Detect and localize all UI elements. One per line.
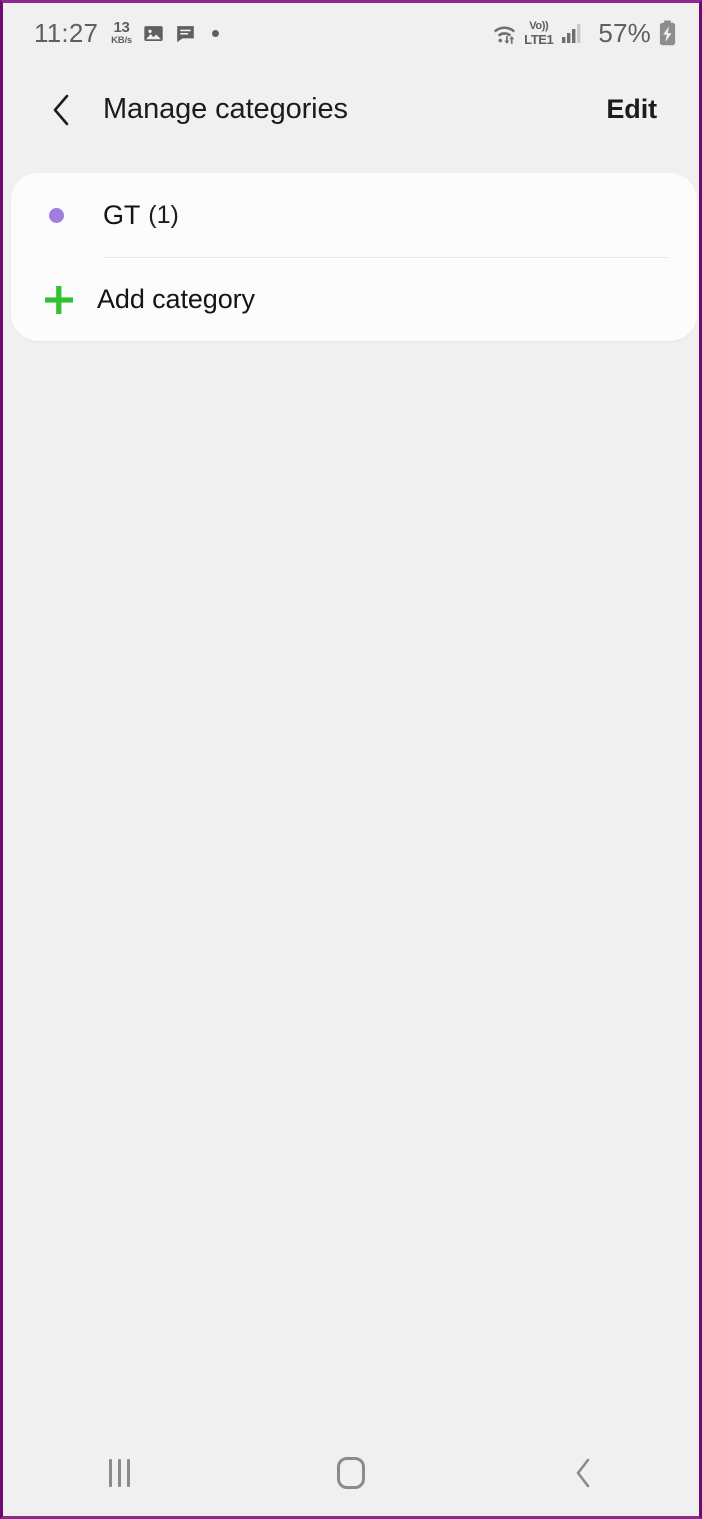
wifi-icon — [491, 21, 518, 45]
status-bar-left: 11:27 13 KB/s — [34, 18, 219, 49]
notification-dot-icon — [212, 29, 219, 37]
category-card: GT (1) Add category — [11, 173, 697, 341]
add-category-row[interactable]: Add category — [11, 258, 697, 341]
message-icon — [175, 23, 196, 44]
network-speed-value: 13 — [113, 19, 130, 37]
signal-bars-icon — [561, 21, 587, 45]
edit-button[interactable]: Edit — [606, 94, 657, 125]
home-icon — [337, 1457, 365, 1489]
status-clock: 11:27 — [34, 17, 99, 48]
navigation-bar — [3, 1430, 699, 1516]
back-icon — [576, 1458, 590, 1488]
volte-top-label: Vo)) — [529, 19, 549, 32]
page-title: Manage categories — [103, 93, 348, 125]
app-header: Manage categories Edit — [3, 63, 699, 156]
network-speed-unit: KB/s — [111, 35, 132, 47]
battery-percent-label: 57% — [598, 17, 651, 48]
category-color-dot — [49, 207, 64, 223]
back-button[interactable] — [41, 90, 81, 130]
gallery-icon — [143, 23, 164, 44]
volte-indicator: Vo)) LTE1 — [524, 19, 554, 47]
volte-bottom-label: LTE1 — [524, 31, 554, 47]
add-category-label: Add category — [97, 284, 255, 314]
chevron-left-icon — [53, 94, 69, 125]
nav-recents-button[interactable] — [3, 1430, 235, 1516]
network-speed-indicator: 13 KB/s — [111, 20, 132, 46]
category-count-label: (1) — [148, 200, 179, 229]
nav-back-button[interactable] — [467, 1430, 699, 1516]
battery-charging-icon — [658, 20, 677, 46]
status-bar: 11:27 13 KB/s Vo)) LTE1 57% — [3, 3, 699, 63]
nav-home-button[interactable] — [235, 1430, 467, 1516]
phone-screen: 11:27 13 KB/s Vo)) LTE1 57% Manage categ… — [0, 0, 702, 1519]
status-bar-right: Vo)) LTE1 57% — [491, 18, 677, 49]
category-row-gt[interactable]: GT (1) — [11, 173, 697, 257]
category-name-label: GT — [103, 199, 141, 230]
recents-icon — [108, 1459, 130, 1487]
plus-icon — [40, 281, 78, 319]
